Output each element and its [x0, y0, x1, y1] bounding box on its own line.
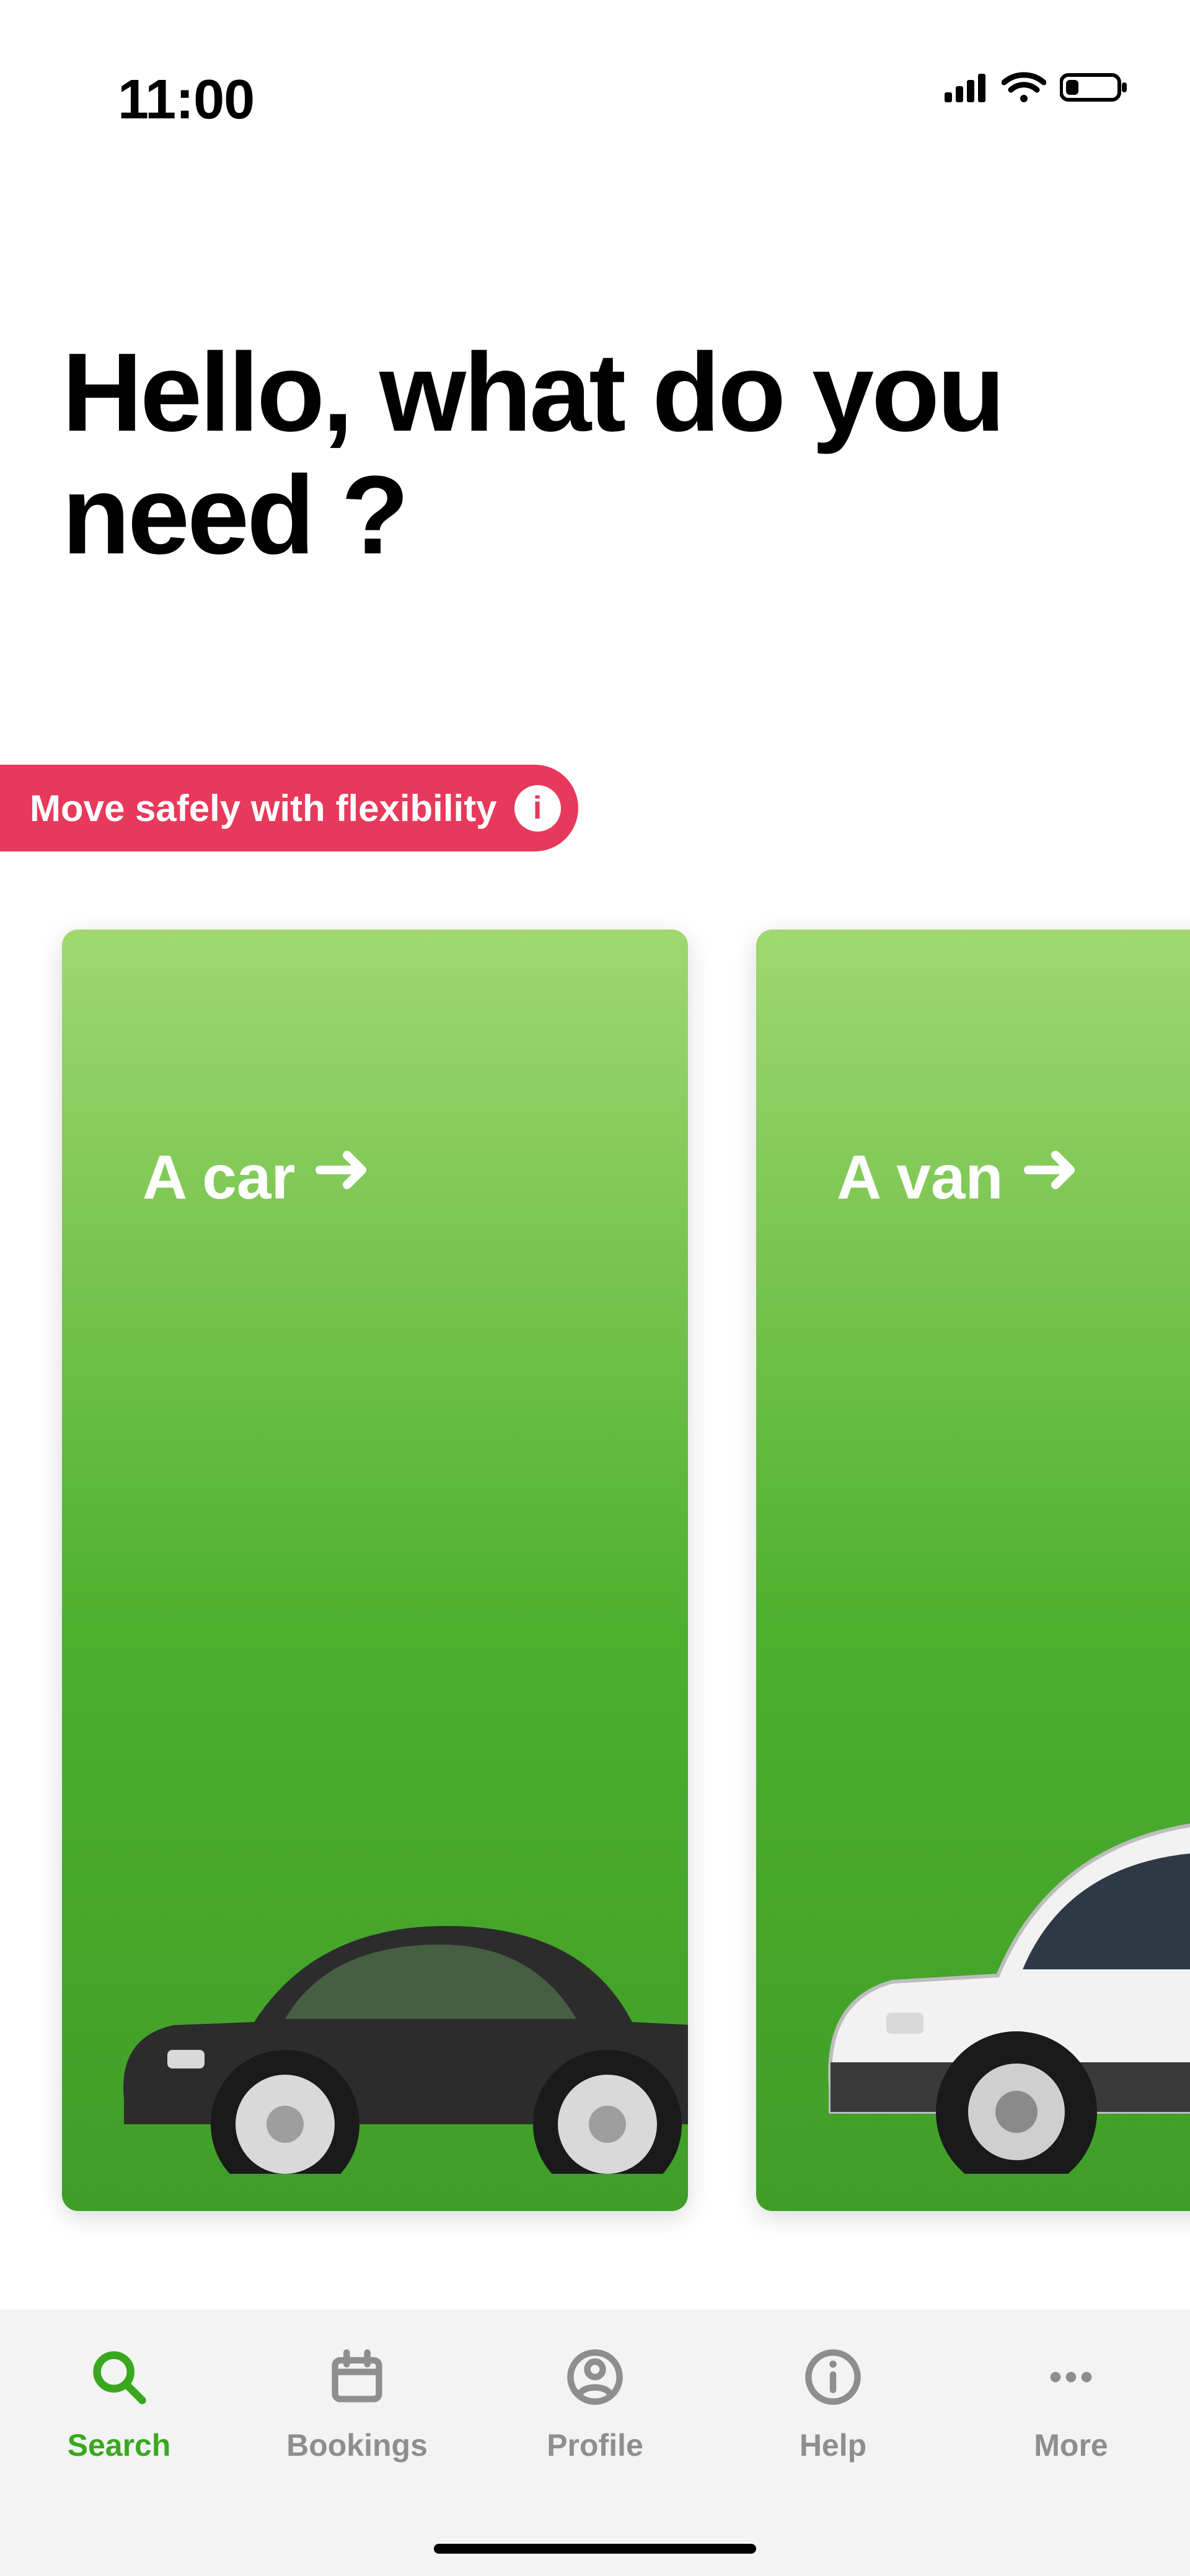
- tab-help-label: Help: [740, 2427, 926, 2463]
- tab-bar: Search Bookings Profile Help More: [0, 2310, 1190, 2576]
- battery-icon: [1060, 71, 1128, 103]
- home-indicator[interactable]: [434, 2544, 756, 2554]
- card-car-text: A car: [143, 1142, 295, 1213]
- tab-search[interactable]: Search: [26, 2343, 212, 2463]
- info-icon: i: [514, 785, 561, 832]
- card-car-label: A car: [143, 1140, 372, 1215]
- tab-profile[interactable]: Profile: [502, 2343, 688, 2463]
- tab-bookings-label: Bookings: [264, 2427, 450, 2463]
- car-illustration: [99, 1777, 688, 2174]
- status-time: 11:00: [118, 68, 254, 132]
- profile-icon: [502, 2343, 688, 2411]
- wifi-icon: [1002, 71, 1046, 103]
- card-car[interactable]: A car: [62, 930, 688, 2211]
- tab-more-label: More: [978, 2427, 1164, 2463]
- tab-search-label: Search: [26, 2427, 212, 2463]
- tab-help[interactable]: Help: [740, 2343, 926, 2463]
- vehicle-cards: A car A van: [62, 930, 1190, 2211]
- van-illustration: [793, 1666, 1190, 2174]
- arrow-right-icon: [312, 1140, 372, 1215]
- status-indicators: [945, 71, 1128, 103]
- card-van-label: A van: [837, 1140, 1080, 1215]
- card-van[interactable]: A van: [756, 930, 1190, 2211]
- more-icon: [978, 2343, 1164, 2411]
- status-bar: 11:00: [0, 0, 1190, 161]
- page-title: Hello, what do you need ?: [62, 332, 1190, 577]
- calendar-icon: [264, 2343, 450, 2411]
- search-icon: [26, 2343, 212, 2411]
- cellular-icon: [945, 73, 988, 102]
- promo-banner[interactable]: Move safely with flexibility i: [0, 765, 578, 851]
- arrow-right-icon: [1021, 1140, 1080, 1215]
- tab-profile-label: Profile: [502, 2427, 688, 2463]
- promo-text: Move safely with flexibility: [30, 787, 497, 830]
- tab-more[interactable]: More: [978, 2343, 1164, 2463]
- tab-bookings[interactable]: Bookings: [264, 2343, 450, 2463]
- info-icon: [740, 2343, 926, 2411]
- card-van-text: A van: [837, 1142, 1003, 1213]
